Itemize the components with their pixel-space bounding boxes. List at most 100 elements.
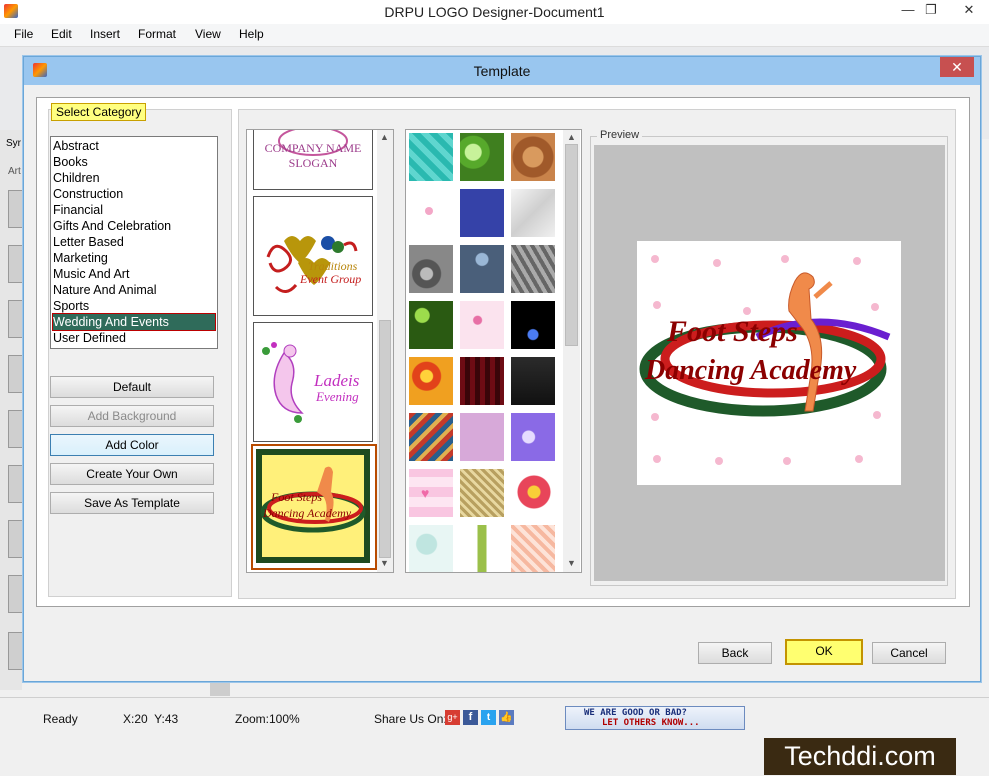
side-tab-art[interactable]: Art <box>8 166 21 177</box>
category-list[interactable]: Abstract Books Children Construction Fin… <box>50 136 218 349</box>
background-tile[interactable] <box>460 469 504 517</box>
share-label: Share Us On: <box>374 712 447 726</box>
template-list[interactable]: COMPANY NAME SLOGAN Traditions Event Gro… <box>246 129 394 573</box>
background-scrollbar[interactable]: ▲ ▼ <box>563 130 580 572</box>
template-scrollbar-thumb[interactable] <box>379 320 391 558</box>
category-item[interactable]: Abstract <box>53 138 215 154</box>
category-item[interactable]: User Defined <box>53 330 215 346</box>
background-tile[interactable] <box>460 357 504 405</box>
back-button[interactable]: Back <box>698 642 772 664</box>
dialog-title: Template <box>473 63 531 79</box>
background-scrollbar-thumb[interactable] <box>565 144 578 346</box>
heart-icon: ♥ <box>421 485 430 501</box>
scroll-down-icon[interactable]: ▼ <box>567 558 576 568</box>
preview-label: Preview <box>597 129 643 141</box>
add-color-button[interactable]: Add Color <box>50 434 214 456</box>
template-scrollbar[interactable]: ▲ ▼ <box>377 130 393 572</box>
background-tile[interactable] <box>511 413 555 461</box>
category-item[interactable]: Nature And Animal <box>53 282 215 298</box>
category-item[interactable]: Music And Art <box>53 266 215 282</box>
template-thumbnail[interactable]: COMPANY NAME SLOGAN <box>253 130 373 190</box>
background-tile[interactable] <box>460 301 504 349</box>
background-tile[interactable] <box>409 245 453 293</box>
side-thumbnail[interactable] <box>8 410 24 448</box>
category-item[interactable]: Financial <box>53 202 215 218</box>
template-thumbnail-selected[interactable]: Foot Steps Dancing Academy <box>251 444 377 570</box>
side-thumbnail[interactable] <box>8 190 24 228</box>
category-item[interactable]: Sports <box>53 298 215 314</box>
scroll-up-icon[interactable]: ▲ <box>380 132 389 142</box>
menu-help[interactable]: Help <box>239 27 264 41</box>
horizontal-scrollbar-thumb[interactable] <box>210 682 230 696</box>
side-thumbnail[interactable] <box>8 520 24 558</box>
watermark: Techddi.com <box>764 738 956 775</box>
side-thumbnail[interactable] <box>8 575 24 613</box>
google-plus-icon[interactable]: g+ <box>445 710 460 725</box>
background-tile[interactable]: ♥ <box>409 469 453 517</box>
background-tile[interactable] <box>460 189 504 237</box>
background-list[interactable]: ♥ ▲ ▼ <box>405 129 582 573</box>
background-tile[interactable] <box>409 525 453 572</box>
background-tile[interactable] <box>409 413 453 461</box>
category-label: Select Category <box>51 103 147 121</box>
menu-file[interactable]: File <box>14 27 33 41</box>
background-tile[interactable] <box>511 245 555 293</box>
background-tile[interactable] <box>511 469 555 517</box>
side-thumbnail[interactable] <box>8 465 24 503</box>
menu-edit[interactable]: Edit <box>51 27 72 41</box>
template-thumbnail[interactable]: Ladeis Evening <box>253 322 373 442</box>
category-item[interactable]: Construction <box>53 186 215 202</box>
side-thumbnail[interactable] <box>8 245 24 283</box>
window-titlebar: DRPU LOGO Designer-Document1 — ❐ ✕ <box>0 0 989 24</box>
template-text: SLOGAN <box>288 156 338 170</box>
like-icon[interactable]: 👍 <box>499 710 514 725</box>
dialog-titlebar: Template ✕ <box>24 57 980 85</box>
status-coordinates: X:20 Y:43 <box>123 712 179 726</box>
background-tile[interactable] <box>460 133 504 181</box>
background-tile[interactable] <box>511 189 555 237</box>
template-text: Evening <box>316 389 359 404</box>
facebook-icon[interactable]: f <box>463 710 478 725</box>
save-as-template-button[interactable]: Save As Template <box>50 492 214 514</box>
close-button[interactable]: ✕ <box>951 0 987 20</box>
scroll-down-icon[interactable]: ▼ <box>380 558 389 568</box>
cancel-button[interactable]: Cancel <box>872 642 946 664</box>
background-tile[interactable] <box>409 189 453 237</box>
background-tile[interactable] <box>409 133 453 181</box>
category-item[interactable]: Marketing <box>53 250 215 266</box>
ok-button[interactable]: OK <box>785 639 863 665</box>
category-item[interactable]: Letter Based <box>53 234 215 250</box>
background-tile[interactable] <box>511 525 555 572</box>
background-tile[interactable] <box>460 245 504 293</box>
category-item-selected[interactable]: Wedding And Events <box>52 313 216 331</box>
feedback-button[interactable]: WE ARE GOOD OR BAD? LET OTHERS KNOW... <box>565 706 745 730</box>
template-thumbnail[interactable]: Traditions Event Group <box>253 196 373 316</box>
default-button[interactable]: Default <box>50 376 214 398</box>
side-tab-symbols[interactable]: Syr <box>6 138 21 149</box>
background-tile[interactable] <box>460 413 504 461</box>
twitter-icon[interactable]: t <box>481 710 496 725</box>
category-item[interactable]: Books <box>53 154 215 170</box>
menu-insert[interactable]: Insert <box>90 27 120 41</box>
menu-format[interactable]: Format <box>138 27 176 41</box>
category-item[interactable]: Gifts And Celebration <box>53 218 215 234</box>
category-item[interactable]: Children <box>53 170 215 186</box>
background-tile[interactable] <box>409 357 453 405</box>
background-tile[interactable] <box>511 133 555 181</box>
side-thumbnail[interactable] <box>8 632 24 670</box>
template-text: Foot Steps <box>271 490 322 504</box>
scroll-up-icon[interactable]: ▲ <box>567 132 576 142</box>
background-tile[interactable] <box>409 301 453 349</box>
dialog-close-button[interactable]: ✕ <box>940 57 974 77</box>
background-tile[interactable] <box>511 301 555 349</box>
preview-logo-line2: Dancing Academy <box>645 355 857 386</box>
add-background-button[interactable]: Add Background <box>50 405 214 427</box>
side-thumbnail[interactable] <box>8 355 24 393</box>
create-your-own-button[interactable]: Create Your Own <box>50 463 214 485</box>
background-tile[interactable] <box>511 357 555 405</box>
side-thumbnail[interactable] <box>8 300 24 338</box>
menu-view[interactable]: View <box>195 27 221 41</box>
template-dialog: Template ✕ Select Category Abstract Book… <box>23 56 981 682</box>
background-tile[interactable] <box>460 525 504 572</box>
maximize-button[interactable]: ❐ <box>917 0 945 20</box>
